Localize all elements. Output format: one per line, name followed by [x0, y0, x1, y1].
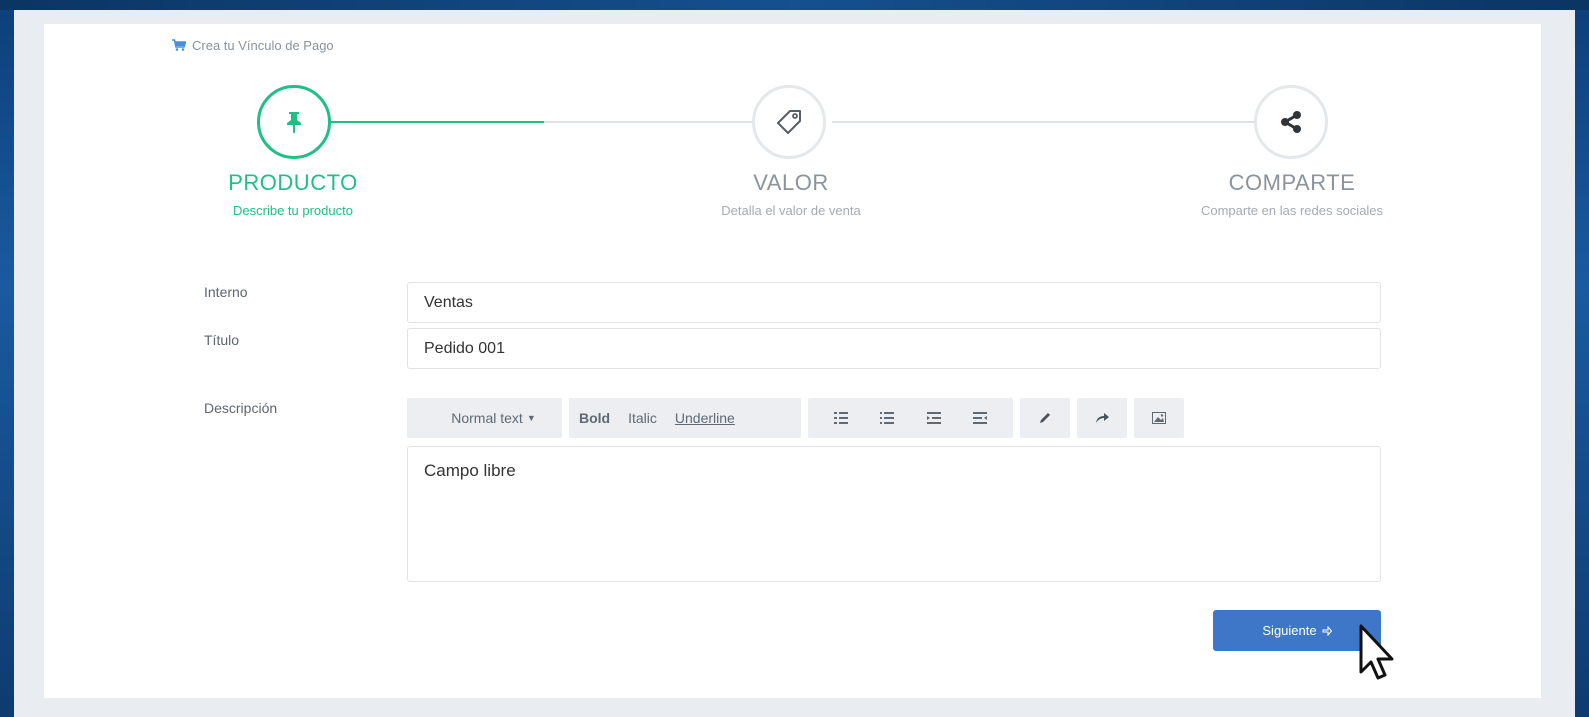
- step-valor[interactable]: [752, 85, 826, 159]
- format-select[interactable]: Normal text ▼: [407, 398, 562, 438]
- page-title: Crea tu Vínculo de Pago: [192, 37, 334, 53]
- pin-icon: [287, 112, 301, 134]
- titulo-label: Título: [204, 332, 240, 348]
- progress-line-pending-1: [544, 121, 752, 123]
- step-comparte-title: COMPARTE: [1228, 170, 1356, 195]
- progress-line-pending-2: [832, 121, 1255, 123]
- indent-icon[interactable]: [972, 412, 987, 424]
- image-icon: [1152, 412, 1166, 424]
- underline-button[interactable]: Underline: [675, 410, 735, 426]
- caret-down-icon: ▼: [526, 413, 536, 423]
- step-valor-subtitle: Detalla el valor de venta: [721, 203, 861, 218]
- mouse-cursor-icon: [1359, 624, 1394, 680]
- redo-icon: [1096, 413, 1109, 423]
- ordered-list-icon[interactable]: [880, 412, 895, 424]
- step-producto[interactable]: [257, 85, 331, 159]
- list-group: [808, 398, 1013, 438]
- descripcion-label: Descripción: [204, 400, 278, 416]
- text-style-group: Bold Italic Underline: [569, 398, 801, 438]
- page-header: Crea tu Vínculo de Pago: [172, 36, 334, 54]
- image-button[interactable]: [1134, 398, 1184, 438]
- step-comparte[interactable]: [1254, 85, 1328, 159]
- step-producto-title: PRODUCTO: [228, 170, 358, 195]
- interno-label: Interno: [204, 284, 248, 300]
- interno-field[interactable]: Ventas: [407, 282, 1381, 323]
- format-select-label: Normal text: [451, 410, 523, 426]
- titulo-field[interactable]: Pedido 001: [407, 328, 1381, 369]
- next-button-label: Siguiente: [1262, 623, 1317, 638]
- unordered-list-icon[interactable]: [834, 412, 849, 424]
- outdent-icon[interactable]: [926, 412, 941, 424]
- cart-icon: [172, 39, 186, 51]
- window-top-bar: [0, 0, 1589, 10]
- pencil-button[interactable]: [1020, 398, 1070, 438]
- pencil-icon: [1040, 413, 1050, 423]
- bold-button[interactable]: Bold: [579, 410, 610, 426]
- editor-toolbar: Normal text ▼ Bold Italic Underline: [407, 398, 1184, 438]
- step-comparte-subtitle: Comparte en las redes sociales: [1200, 203, 1384, 218]
- tag-icon: [777, 110, 801, 134]
- redo-button[interactable]: [1077, 398, 1127, 438]
- progress-line-complete: [328, 121, 544, 123]
- arrow-right-icon: [1322, 625, 1332, 636]
- share-icon: [1281, 111, 1301, 133]
- descripcion-editor[interactable]: Campo libre: [407, 446, 1381, 582]
- italic-button[interactable]: Italic: [628, 410, 657, 426]
- next-button[interactable]: Siguiente: [1213, 610, 1381, 651]
- step-producto-subtitle: Describe tu producto: [233, 203, 353, 218]
- step-valor-title: VALOR: [753, 170, 829, 195]
